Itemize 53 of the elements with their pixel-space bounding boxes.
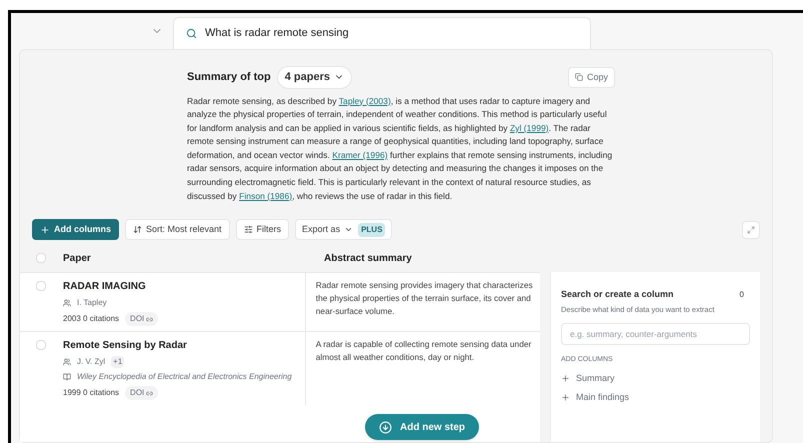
- citation-link[interactable]: Tapley (2003): [338, 96, 391, 106]
- panel-title: Search or create a column: [561, 288, 674, 302]
- row-checkbox[interactable]: [36, 340, 46, 350]
- copy-icon: [574, 73, 583, 82]
- column-option[interactable]: Summary: [561, 372, 750, 385]
- citation-link[interactable]: Zyl (1999): [510, 122, 549, 133]
- paper-title[interactable]: RADAR IMAGING: [63, 279, 158, 294]
- plus-icon: [40, 224, 50, 235]
- checkbox[interactable]: [36, 253, 46, 264]
- filters-button[interactable]: Filters: [236, 219, 290, 240]
- abstract-text: Radar remote sensing provides imagery that characterizes the physical properties of the terrain surface, its cover and near-surface volume.: [316, 279, 534, 318]
- plus-badge: PLUS: [358, 222, 386, 237]
- column-count: 0: [740, 289, 744, 301]
- arrow-down-icon: [379, 420, 392, 434]
- authors-text: J. V. Zyl: [77, 356, 106, 368]
- plus-icon: [561, 374, 570, 383]
- add-columns-button[interactable]: Add columns: [32, 219, 120, 240]
- row-checkbox[interactable]: [36, 281, 46, 292]
- expand-icon: [747, 226, 755, 234]
- copy-button[interactable]: Copy: [568, 66, 615, 88]
- filter-icon: [244, 225, 253, 234]
- column-option[interactable]: Main findings: [561, 391, 750, 404]
- expand-button[interactable]: [742, 220, 760, 239]
- journal-icon: [63, 373, 71, 382]
- authors-icon: [63, 358, 71, 366]
- export-dropdown[interactable]: Export as: [302, 223, 354, 236]
- paper-title[interactable]: Remote Sensing by Radar: [63, 338, 292, 354]
- paper-meta: 1999 0 citations: [63, 387, 120, 400]
- link-icon: [146, 390, 154, 397]
- link-icon: [146, 316, 154, 323]
- abstract-text: A radar is capable of collecting remote sensing data under almost all weather conditions, day or night.: [316, 338, 532, 364]
- search-field[interactable]: What is radar remote sensing: [173, 17, 591, 49]
- sort-button[interactable]: Sort: Most relevant: [125, 219, 230, 240]
- query-text: What is radar remote sensing: [205, 26, 349, 42]
- papers-dropdown[interactable]: 4 papers: [276, 66, 352, 88]
- summary-paragraph: Radar remote sensing, as described by Tapley (2003), is a method that uses radar to capture imagery and analyze the physical properties of terrain, independent of weather conditions. This method is particularly useful for landform analysis and can be applied in various scientific fields, as highlighted by Zyl (1999). The radar remote sensing instrument can measure a range of geophysical quantities, including land topography, surface deformation, and ocean vector winds. Kramer (1996) further explains that remote sensing instruments, including radar sensors, acquire information about an object by detecting and measuring the changes it imposes on the surrounding electromagnetic field. This is particularly relevant in the context of natural resource studies, as discussed by Finson (1986), who reviews the use of radar in this field.: [187, 94, 614, 203]
- paper-meta: 2003 0 citations: [63, 313, 120, 326]
- summary-label: Summary of top: [187, 70, 271, 85]
- column-input-field[interactable]: e.g. summary, counter-arguments: [561, 323, 750, 345]
- search-icon: [186, 28, 197, 39]
- column-header: Abstract summary: [324, 252, 412, 266]
- add-step-button[interactable]: Add new step: [365, 414, 480, 440]
- citation-link[interactable]: Finson (1986): [239, 190, 292, 201]
- authors-icon: [63, 299, 71, 308]
- journal-text: Wiley Encyclopedia of Electrical and Electronics Engineering: [77, 371, 292, 384]
- column-header: Paper: [63, 252, 92, 266]
- citation-link[interactable]: Kramer (1996): [332, 150, 388, 160]
- sort-icon: [133, 225, 142, 234]
- doi-link[interactable]: DOI: [125, 386, 158, 400]
- doi-link[interactable]: DOI: [125, 312, 158, 326]
- plus-icon: [561, 393, 570, 402]
- authors-text: I. Tapley: [77, 297, 107, 310]
- more-authors-badge[interactable]: +1: [111, 356, 124, 368]
